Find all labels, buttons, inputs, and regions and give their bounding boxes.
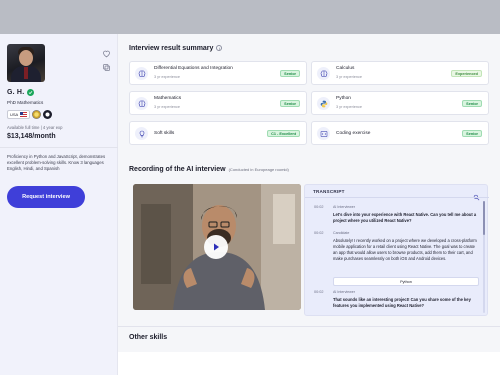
salary: $13,148/month (7, 133, 56, 140)
other-skills-area (118, 352, 500, 375)
entry-text: Absolutely! I recently worked on a proje… (333, 238, 477, 261)
skill-card[interactable]: Python 3 yr experience Senior (311, 91, 489, 115)
skill-card[interactable]: Mathematics 3 yr experience Senior (129, 91, 307, 115)
skill-name: Coding exercise (336, 131, 371, 136)
candidate-sidebar: G. H. PhD Mathematics USA Available full… (0, 34, 118, 375)
skill-rating-badge: Senior (462, 130, 482, 137)
skill-card[interactable]: Calculus 3 yr experience Experienced (311, 61, 489, 85)
skill-rating-badge: Senior (280, 100, 300, 107)
brain-icon (135, 67, 148, 80)
other-skills-title: Other skills (129, 334, 168, 341)
skill-experience: 3 yr experience (336, 75, 362, 79)
skill-name: Python (336, 96, 351, 101)
request-interview-button[interactable]: Request interview (7, 186, 85, 208)
availability-text: Available full time | 4 year exp (7, 125, 63, 130)
badge-row: USA (7, 110, 53, 119)
skill-experience: 3 yr experience (154, 75, 180, 79)
browser-top-bar (0, 0, 500, 34)
info-icon[interactable]: i (216, 45, 223, 52)
candidate-name-row: G. H. (7, 89, 35, 96)
transcript-scrollbar[interactable] (483, 201, 485, 313)
candidate-profile-page: G. H. PhD Mathematics USA Available full… (0, 34, 500, 375)
play-button[interactable] (204, 235, 228, 259)
skill-name: Differential Equations and Integration (154, 66, 233, 71)
recording-title: Recording of the AI interview (Conducted … (129, 166, 289, 173)
lightbulb-icon (135, 127, 148, 140)
entry-text: Let's dive into your experience with Rea… (333, 212, 477, 223)
skill-rating-badge: Senior (280, 70, 300, 77)
skill-chip[interactable]: Python (333, 277, 479, 286)
skill-rating-badge: C1 - Excellent (267, 130, 300, 137)
scrollbar-thumb[interactable] (483, 201, 485, 235)
brain-icon (317, 67, 330, 80)
entry-time: 00:02 (314, 290, 324, 294)
skill-card[interactable]: Differential Equations and Integration 3… (129, 61, 307, 85)
recording-note: (Conducted in Europeage roomid) (228, 167, 289, 172)
skill-experience: 3 yr experience (154, 105, 180, 109)
python-icon (317, 97, 330, 110)
dark-medal-icon (43, 110, 53, 119)
code-icon (317, 127, 330, 140)
skill-rating-badge: Experienced (451, 70, 482, 77)
search-icon[interactable] (473, 188, 480, 201)
transcript-divider (305, 197, 489, 198)
transcript-panel: TRANSCRIPT 00:02 AI Interviewer Let's di… (304, 184, 489, 316)
candidate-bio: Proficiency in Python and JavaScript, de… (7, 154, 106, 172)
play-icon (214, 243, 219, 251)
verified-icon (27, 89, 35, 96)
brain-icon (135, 97, 148, 110)
transcript-body[interactable]: 00:02 AI Interviewer Let's dive into you… (305, 199, 483, 315)
copy-icon[interactable] (101, 62, 112, 73)
us-flag-icon (20, 112, 28, 117)
recording-title-text: Recording of the AI interview (129, 166, 226, 173)
transcript-header: TRANSCRIPT (313, 189, 345, 194)
entry-time: 00:02 (314, 205, 324, 209)
interview-video-player[interactable] (133, 184, 301, 310)
country-badge: USA (7, 110, 31, 119)
skill-name: Mathematics (154, 96, 182, 101)
entry-text: That sounds like an interesting project!… (333, 297, 471, 308)
candidate-degree: PhD Mathematics (7, 100, 44, 105)
country-code: USA (10, 112, 19, 117)
entry-speaker: AI Interviewer (333, 290, 355, 294)
entry-time: 00:02 (314, 231, 324, 235)
avatar (7, 44, 45, 82)
candidate-name: G. H. (7, 89, 25, 96)
skill-name: Soft skills (154, 131, 175, 136)
skill-experience: 3 yr experience (336, 105, 362, 109)
skill-rating-badge: Senior (462, 100, 482, 107)
gold-medal-icon (32, 110, 42, 119)
skill-name: Calculus (336, 66, 355, 71)
entry-speaker: AI Interviewer (333, 205, 355, 209)
summary-title: Interview result summary i (129, 45, 223, 52)
sidebar-divider (0, 147, 118, 148)
section-divider (118, 326, 500, 327)
heart-icon[interactable] (101, 48, 112, 59)
skill-card[interactable]: Coding exercise Senior (311, 121, 489, 145)
main-content: Interview result summary i Differential E… (118, 34, 500, 375)
skill-card[interactable]: Soft skills C1 - Excellent (129, 121, 307, 145)
summary-title-text: Interview result summary (129, 45, 214, 52)
entry-speaker: Candidate (333, 231, 350, 235)
